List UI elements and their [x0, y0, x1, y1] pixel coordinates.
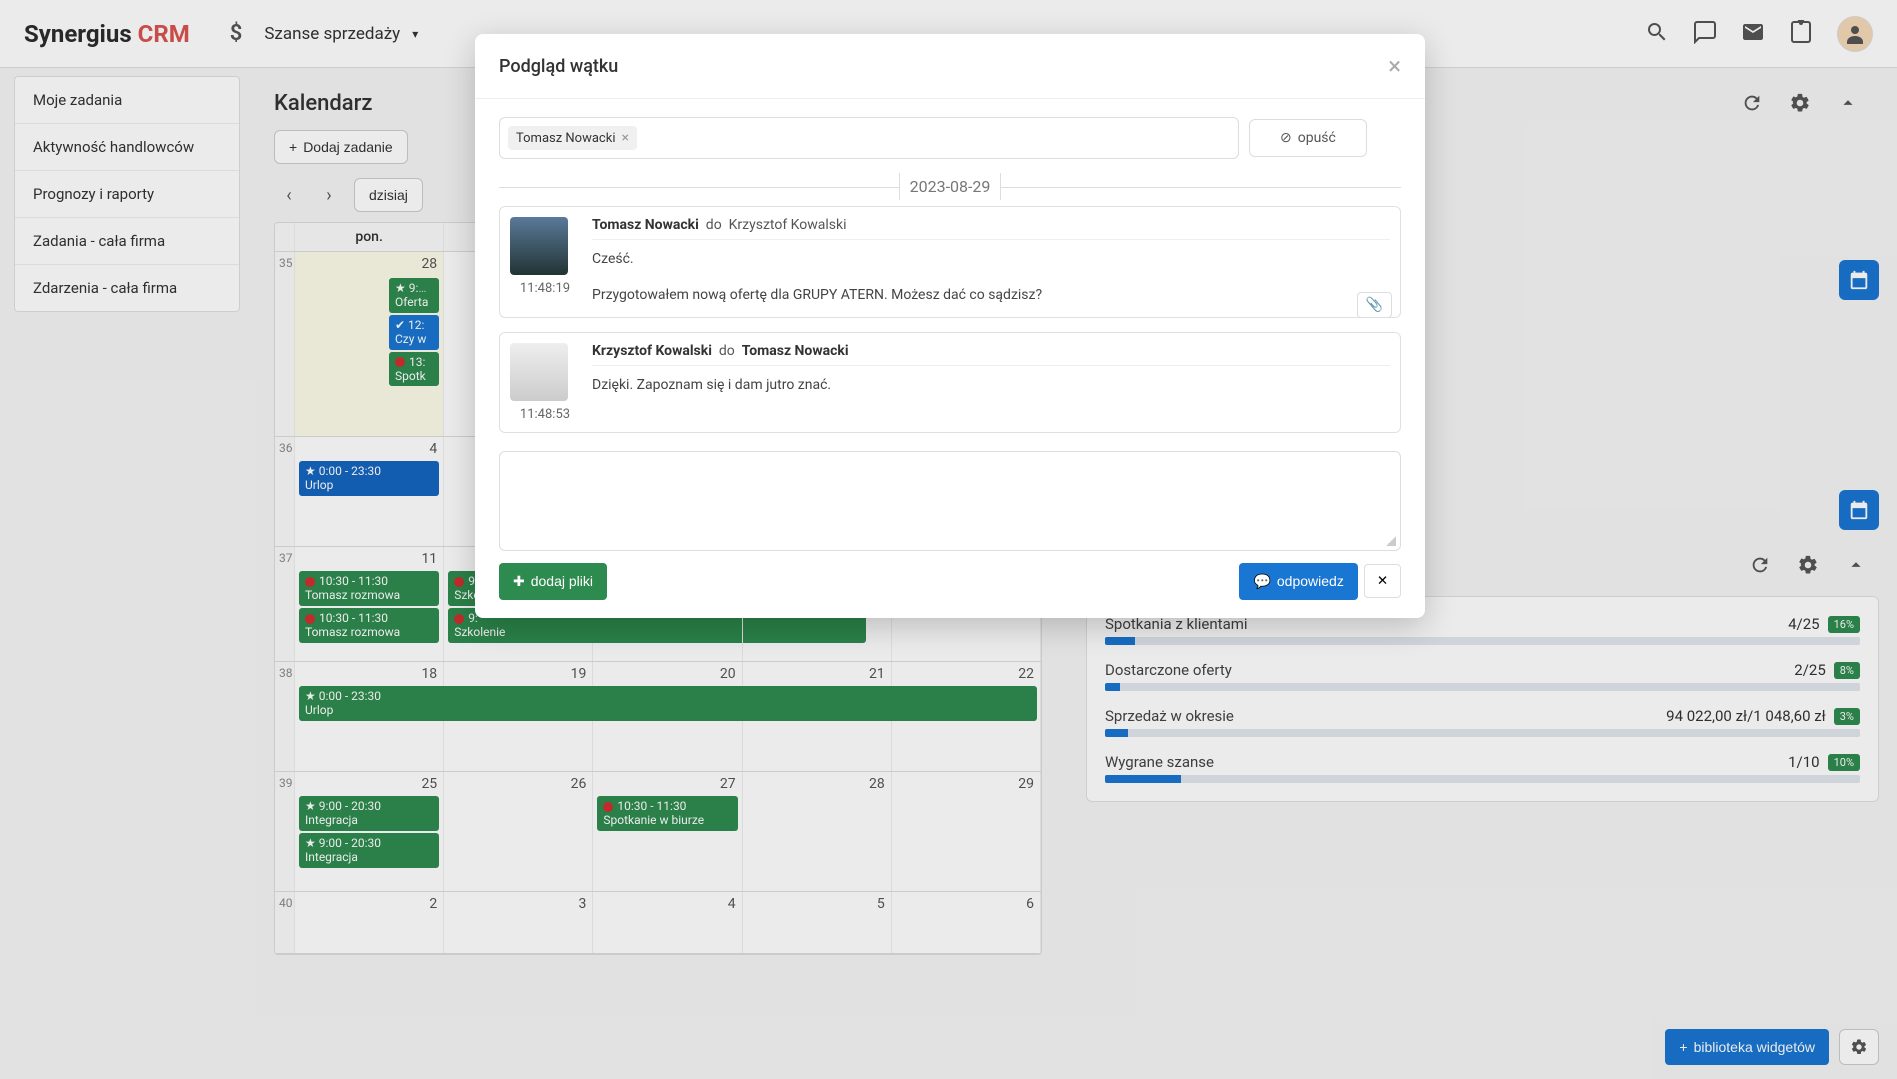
message-time: 11:48:19 [510, 281, 580, 296]
chip[interactable]: Tomasz Nowacki× [508, 126, 637, 150]
add-files-button[interactable]: ✚dodaj pliki [499, 563, 607, 600]
plus-icon: ✚ [513, 573, 525, 590]
date-divider: 2023-08-29 [499, 177, 1401, 196]
attachment-icon[interactable]: 📎 [1357, 292, 1392, 318]
modal-title: Podgląd wątku [499, 56, 618, 77]
message: 11:48:19 Tomasz Nowacki do Krzysztof Kow… [499, 206, 1401, 318]
message: 11:48:53 Krzysztof Kowalski do Tomasz No… [499, 332, 1401, 433]
reply-button[interactable]: 💬odpowiedz [1239, 563, 1357, 600]
chip-remove-icon[interactable]: × [621, 130, 628, 146]
comment-icon: 💬 [1253, 573, 1270, 590]
compose-textarea[interactable] [499, 451, 1401, 551]
cancel-compose-button[interactable]: ✕ [1364, 564, 1401, 598]
message-time: 11:48:53 [510, 407, 580, 422]
cancel-icon: ⊘ [1280, 130, 1292, 146]
thread-modal: Podgląd wątku × Tomasz Nowacki× ⊘opuść 2… [475, 34, 1425, 618]
leave-button[interactable]: ⊘opuść [1249, 119, 1367, 157]
close-icon[interactable]: × [1388, 52, 1401, 80]
avatar [510, 343, 568, 401]
recipient-chips[interactable]: Tomasz Nowacki× [499, 117, 1239, 159]
avatar [510, 217, 568, 275]
